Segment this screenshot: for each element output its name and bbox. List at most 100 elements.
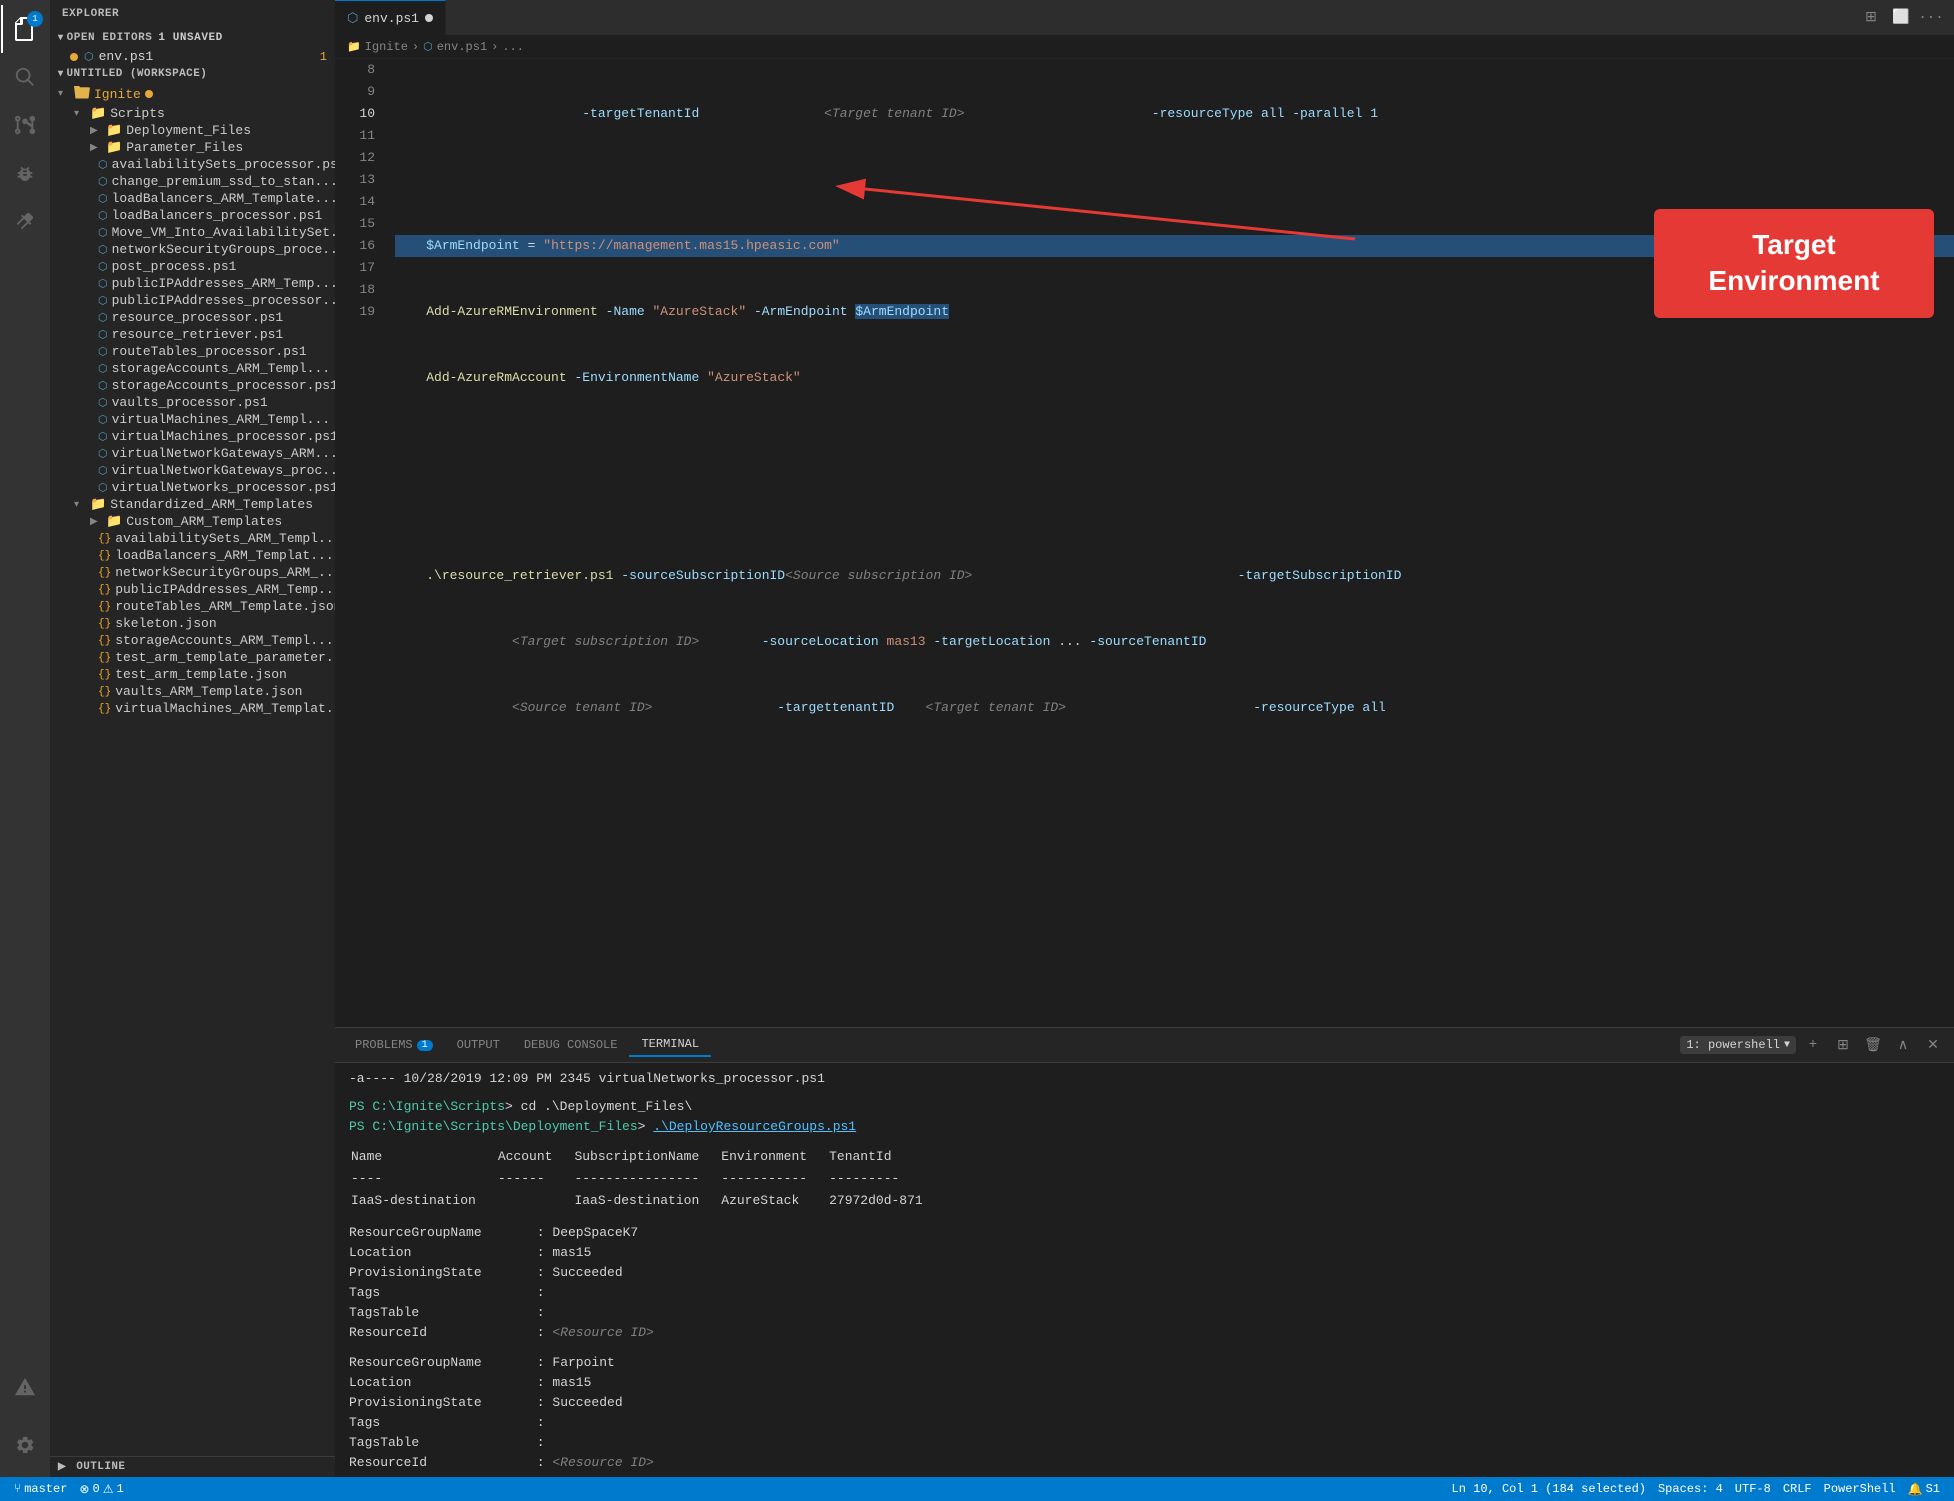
skeleton-json[interactable]: {} skeleton.json [50, 615, 335, 632]
test-arm-template-param-json[interactable]: {} test_arm_template_parameter... [50, 649, 335, 666]
code-line-18 [395, 895, 1954, 917]
maximize-panel-button[interactable]: ∧ [1890, 1032, 1916, 1058]
virtualNetworks-processor-ps1[interactable]: ⬡ virtualNetworks_processor.ps1 [50, 479, 335, 496]
breadcrumb-file[interactable]: ⬡ env.ps1 [423, 40, 487, 54]
storageAccounts-processor-ps1[interactable]: ⬡ storageAccounts_processor.ps1 [50, 377, 335, 394]
resource-retriever-ps1[interactable]: ⬡ resource_retriever.ps1 [50, 326, 335, 343]
code-line-16 [395, 763, 1954, 785]
toggle-panel-button[interactable]: ⬜ [1888, 5, 1914, 31]
code-line-11: Add-AzureRMEnvironment -Name "AzureStack… [395, 301, 1954, 323]
more-actions-button[interactable]: ··· [1918, 5, 1944, 31]
publicIPAddresses-json[interactable]: {} publicIPAddresses_ARM_Temp... [50, 581, 335, 598]
standardized-arm-folder[interactable]: ▾ 📁 Standardized_ARM_Templates [50, 496, 335, 513]
shell-selector[interactable]: 1: powershell ▼ [1680, 1036, 1796, 1054]
move-vm-ps1[interactable]: ⬡ Move_VM_Into_AvailabilitySet... [50, 224, 335, 241]
source-control-activity-icon[interactable] [1, 101, 49, 149]
virtualMachines-arm-ps1[interactable]: ⬡ virtualMachines_ARM_Templ... [50, 411, 335, 428]
close-panel-button[interactable]: ✕ [1920, 1032, 1946, 1058]
cursor-position-status[interactable]: Ln 10, Col 1 (184 selected) [1446, 1482, 1652, 1496]
table-row-environment: AzureStack [721, 1191, 827, 1211]
publicIPAddresses-processor-ps1[interactable]: ⬡ publicIPAddresses_processor.... [50, 292, 335, 309]
split-terminal-button[interactable]: ⊞ [1830, 1032, 1856, 1058]
debug-console-tab[interactable]: DEBUG CONSOLE [512, 1034, 630, 1056]
search-activity-icon[interactable] [1, 53, 49, 101]
col-name-header: Name [351, 1147, 496, 1167]
post-process-ps1[interactable]: ⬡ post_process.ps1 [50, 258, 335, 275]
status-bar-right: Ln 10, Col 1 (184 selected) Spaces: 4 UT… [1446, 1482, 1946, 1497]
new-terminal-button[interactable]: + [1800, 1032, 1826, 1058]
split-editor-button[interactable]: ⊞ [1858, 5, 1884, 31]
networkSecurityGroups-json[interactable]: {} networkSecurityGroups_ARM_... [50, 564, 335, 581]
col-name-divider: ---- [351, 1169, 496, 1189]
ps1-file-icon: ⬡ [84, 50, 94, 64]
git-branch-status[interactable]: ⑂ master [8, 1477, 73, 1501]
loadBalancers-processor-ps1[interactable]: ⬡ loadBalancers_processor.ps1 [50, 207, 335, 224]
json-icon-5: {} [98, 601, 111, 613]
settings-activity-icon[interactable] [1, 1421, 49, 1469]
networkSecurityGroups-ps1[interactable]: ⬡ networkSecurityGroups_proce... [50, 241, 335, 258]
notification-status[interactable]: 🔔 S1 [1902, 1482, 1946, 1497]
col-account-divider: ------ [498, 1169, 573, 1189]
test-arm-template-json[interactable]: {} test_arm_template.json [50, 666, 335, 683]
parameter-files-folder[interactable]: ▶ 📁 Parameter_Files [50, 139, 335, 156]
routeTables-json[interactable]: {} routeTables_ARM_Template.json [50, 598, 335, 615]
code-editor[interactable]: 8 9 10 11 12 13 14 15 16 17 18 19 [335, 59, 1954, 1027]
code-line-17 [395, 829, 1954, 851]
vaults-processor-ps1[interactable]: ⬡ vaults_processor.ps1 [50, 394, 335, 411]
deployment-files-folder[interactable]: ▶ 📁 Deployment_Files [50, 122, 335, 139]
col-tenantid-divider: --------- [829, 1169, 943, 1189]
storageAccounts-json[interactable]: {} storageAccounts_ARM_Templ... [50, 632, 335, 649]
outline-section[interactable]: ▶ OUTLINE [50, 1456, 335, 1477]
resource-processor-ps1[interactable]: ⬡ resource_processor.ps1 [50, 309, 335, 326]
ps1-icon-8: ⬡ [98, 277, 108, 291]
availabilitySets-json[interactable]: {} availabilitySets_ARM_Templ... [50, 530, 335, 547]
files-icon[interactable]: 1 [1, 5, 49, 53]
scripts-folder[interactable]: ▾ 📁 Scripts [50, 105, 335, 122]
errors-status[interactable]: ⊗ 0 ⚠ 1 [73, 1477, 129, 1501]
virtualNetworkGateways-proc-ps1[interactable]: ⬡ virtualNetworkGateways_proc... [50, 462, 335, 479]
resource-group-1: ResourceGroupName : DeepSpaceK7 Location… [349, 1223, 1940, 1343]
encoding-status[interactable]: UTF-8 [1729, 1482, 1777, 1496]
routeTables-ps1[interactable]: ⬡ routeTables_processor.ps1 [50, 343, 335, 360]
storageAccounts-arm-ps1[interactable]: ⬡ storageAccounts_ARM_Templ... [50, 360, 335, 377]
publicIPAddresses-arm-ps1[interactable]: ⬡ publicIPAddresses_ARM_Temp... [50, 275, 335, 292]
problems-tab[interactable]: PROBLEMS 1 [343, 1034, 445, 1056]
loadBalancers-arm-ps1[interactable]: ⬡ loadBalancers_ARM_Template... [50, 190, 335, 207]
ps1-icon-16: ⬡ [98, 413, 108, 427]
ps1-icon-13: ⬡ [98, 362, 108, 376]
json-icon-7: {} [98, 635, 111, 647]
virtualMachines-processor-ps1[interactable]: ⬡ virtualMachines_processor.ps1 [50, 428, 335, 445]
open-editors-header[interactable]: ▾ OPEN EDITORS 1 UNSAVED [50, 28, 335, 48]
indentation-status[interactable]: Spaces: 4 [1652, 1482, 1729, 1496]
panel-actions: 1: powershell ▼ + ⊞ 🗑 ∧ ✕ [1680, 1032, 1946, 1058]
loadBalancers-json[interactable]: {} loadBalancers_ARM_Templat... [50, 547, 335, 564]
breadcrumb-ignite[interactable]: 📁 Ignite [347, 40, 408, 54]
kill-terminal-button[interactable]: 🗑 [1860, 1032, 1886, 1058]
availabilitySets-ps1[interactable]: ⬡ availabilitySets_processor.ps1 [50, 156, 335, 173]
line-ending-status[interactable]: CRLF [1777, 1482, 1818, 1496]
vaults-arm-json[interactable]: {} vaults_ARM_Template.json [50, 683, 335, 700]
language-mode-status[interactable]: PowerShell [1818, 1482, 1902, 1496]
workspace-header[interactable]: ▾ UNTITLED (WORKSPACE) [50, 65, 335, 83]
virtualMachines-arm-json[interactable]: {} virtualMachines_ARM_Templat... [50, 700, 335, 717]
change-premium-ps1[interactable]: ⬡ change_premium_ssd_to_stan... [50, 173, 335, 190]
env-ps1-tab[interactable]: ⬡ env.ps1 [335, 0, 446, 35]
virtualNetworkGateways-arm-ps1[interactable]: ⬡ virtualNetworkGateways_ARM... [50, 445, 335, 462]
debug-activity-icon[interactable] [1, 149, 49, 197]
context-table: Name Account SubscriptionName Environmen… [349, 1145, 945, 1213]
output-tab[interactable]: OUTPUT [445, 1034, 512, 1056]
code-content: -targetTenantId <Target tenant ID> -reso… [385, 59, 1954, 1027]
extensions-activity-icon[interactable] [1, 197, 49, 245]
code-line-15: .\resource_retriever.ps1 -sourceSubscrip… [395, 565, 1954, 587]
terminal-content[interactable]: -a---- 10/28/2019 12:09 PM 2345 virtualN… [335, 1063, 1954, 1477]
custom-arm-folder[interactable]: ▶ 📁 Custom_ARM_Templates [50, 513, 335, 530]
deployment-files-icon: 📁 [106, 123, 122, 138]
ignite-folder[interactable]: ▾ Ignite [50, 83, 335, 105]
status-bar: ⑂ master ⊗ 0 ⚠ 1 Ln 10, Col 1 (184 selec… [0, 1477, 1954, 1501]
ps1-icon-14: ⬡ [98, 379, 108, 393]
terminal-tab[interactable]: TERMINAL [629, 1033, 711, 1057]
col-subscriptionname-header: SubscriptionName [574, 1147, 719, 1167]
open-editor-env-ps1[interactable]: ⬡ env.ps1 1 [50, 48, 335, 65]
warning-activity-icon[interactable] [1, 1363, 49, 1411]
resource-group-2: ResourceGroupName : Farpoint Location : … [349, 1353, 1940, 1473]
